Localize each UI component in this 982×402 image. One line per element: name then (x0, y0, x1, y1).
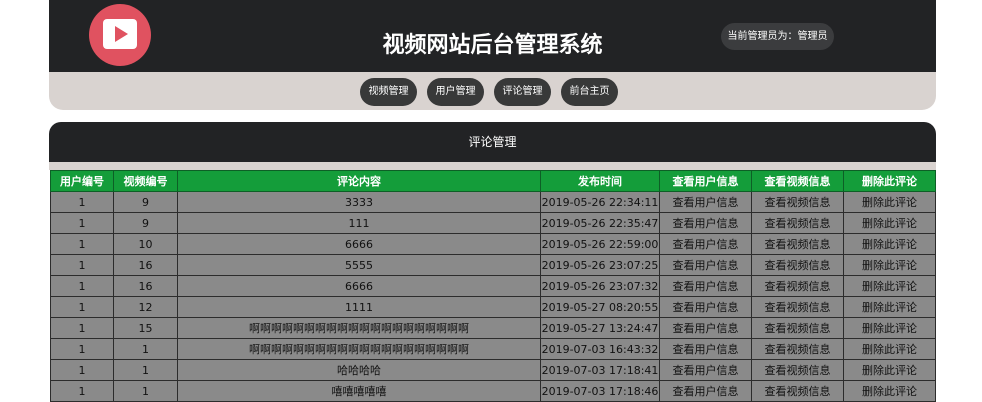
col-header-view-user: 查看用户信息 (659, 170, 752, 192)
view-user-link[interactable]: 查看用户信息 (659, 233, 752, 255)
col-header-time: 发布时间 (540, 170, 660, 192)
cell-publish-time: 2019-05-26 23:07:32 (540, 275, 660, 297)
view-video-link[interactable]: 查看视频信息 (751, 317, 844, 339)
panel-divider (49, 162, 936, 170)
cell-video-id: 16 (113, 254, 178, 276)
view-video-link[interactable]: 查看视频信息 (751, 359, 844, 381)
cell-comment-content: 111 (177, 212, 541, 234)
table-row: 1 1 啊啊啊啊啊啊啊啊啊啊啊啊啊啊啊啊啊啊啊啊 2019-07-03 16:43:3… (50, 338, 936, 360)
table-row: 1 10 6666 2019-05-26 22:59:00 查看用户信息 查看视频信息 删除… (50, 233, 936, 255)
view-video-link[interactable]: 查看视频信息 (751, 275, 844, 297)
cell-comment-content: 啊啊啊啊啊啊啊啊啊啊啊啊啊啊啊啊啊啊啊啊 (177, 317, 541, 339)
view-user-link[interactable]: 查看用户信息 (659, 317, 752, 339)
cell-video-id: 15 (113, 317, 178, 339)
nav-frontend-home[interactable]: 前台主页 (561, 78, 618, 106)
cell-comment-content: 6666 (177, 233, 541, 255)
cell-user-id: 1 (50, 359, 114, 381)
col-header-delete: 删除此评论 (843, 170, 936, 192)
delete-comment-link[interactable]: 删除此评论 (843, 254, 936, 276)
cell-video-id: 9 (113, 191, 178, 213)
nav-comment-management[interactable]: 评论管理 (494, 78, 551, 106)
col-header-view-video: 查看视频信息 (751, 170, 844, 192)
cell-comment-content: 嘻嘻嘻嘻嘻 (177, 380, 541, 402)
cell-publish-time: 2019-05-26 22:59:00 (540, 233, 660, 255)
col-header-video-id: 视频编号 (113, 170, 178, 192)
cell-publish-time: 2019-07-03 16:43:32 (540, 338, 660, 360)
cell-video-id: 1 (113, 359, 178, 381)
cell-user-id: 1 (50, 275, 114, 297)
view-user-link[interactable]: 查看用户信息 (659, 296, 752, 318)
view-video-link[interactable]: 查看视频信息 (751, 233, 844, 255)
site-header: 视频网站后台管理系统 当前管理员为：管理员 (49, 0, 936, 72)
delete-comment-link[interactable]: 删除此评论 (843, 275, 936, 297)
cell-comment-content: 1111 (177, 296, 541, 318)
view-video-link[interactable]: 查看视频信息 (751, 380, 844, 402)
cell-user-id: 1 (50, 296, 114, 318)
cell-video-id: 10 (113, 233, 178, 255)
cell-publish-time: 2019-05-26 22:34:11 (540, 191, 660, 213)
delete-comment-link[interactable]: 删除此评论 (843, 296, 936, 318)
cell-video-id: 9 (113, 212, 178, 234)
delete-comment-link[interactable]: 删除此评论 (843, 380, 936, 402)
cell-video-id: 16 (113, 275, 178, 297)
delete-comment-link[interactable]: 删除此评论 (843, 191, 936, 213)
cell-publish-time: 2019-05-27 13:24:47 (540, 317, 660, 339)
view-video-link[interactable]: 查看视频信息 (751, 254, 844, 276)
col-header-content: 评论内容 (177, 170, 541, 192)
table-row: 1 1 哈哈哈哈 2019-07-03 17:18:41 查看用户信息 查看视频信息 删除此… (50, 359, 936, 381)
cell-user-id: 1 (50, 212, 114, 234)
cell-user-id: 1 (50, 338, 114, 360)
table-header-row: 用户编号 视频编号 评论内容 发布时间 查看用户信息 查看视频信息 删除此评论 (50, 170, 936, 192)
view-video-link[interactable]: 查看视频信息 (751, 296, 844, 318)
cell-publish-time: 2019-05-26 22:35:47 (540, 212, 660, 234)
table-row: 1 16 5555 2019-05-26 23:07:25 查看用户信息 查看视频信息 删除… (50, 254, 936, 276)
cell-user-id: 1 (50, 317, 114, 339)
table-row: 1 9 111 2019-05-26 22:35:47 查看用户信息 查看视频信息 删除此评… (50, 212, 936, 234)
cell-user-id: 1 (50, 380, 114, 402)
table-row: 1 12 1111 2019-05-27 08:20:55 查看用户信息 查看视频信息 删除… (50, 296, 936, 318)
cell-video-id: 12 (113, 296, 178, 318)
view-video-link[interactable]: 查看视频信息 (751, 338, 844, 360)
col-header-user-id: 用户编号 (50, 170, 114, 192)
current-admin-badge: 当前管理员为：管理员 (721, 23, 834, 50)
view-video-link[interactable]: 查看视频信息 (751, 212, 844, 234)
nav-video-management[interactable]: 视频管理 (360, 78, 417, 106)
cell-user-id: 1 (50, 254, 114, 276)
view-user-link[interactable]: 查看用户信息 (659, 212, 752, 234)
table-row: 1 9 3333 2019-05-26 22:34:11 查看用户信息 查看视频信息 删除此… (50, 191, 936, 213)
cell-publish-time: 2019-05-26 23:07:25 (540, 254, 660, 276)
main-nav: 视频管理 用户管理 评论管理 前台主页 (49, 72, 936, 110)
table-row: 1 1 嘻嘻嘻嘻嘻 2019-07-03 17:18:46 查看用户信息 查看视频信息 删除… (50, 380, 936, 402)
view-user-link[interactable]: 查看用户信息 (659, 191, 752, 213)
view-user-link[interactable]: 查看用户信息 (659, 275, 752, 297)
nav-user-management[interactable]: 用户管理 (427, 78, 484, 106)
cell-comment-content: 哈哈哈哈 (177, 359, 541, 381)
view-user-link[interactable]: 查看用户信息 (659, 338, 752, 360)
delete-comment-link[interactable]: 删除此评论 (843, 359, 936, 381)
view-video-link[interactable]: 查看视频信息 (751, 191, 844, 213)
cell-video-id: 1 (113, 380, 178, 402)
cell-publish-time: 2019-07-03 17:18:41 (540, 359, 660, 381)
cell-video-id: 1 (113, 338, 178, 360)
table-row: 1 16 6666 2019-05-26 23:07:32 查看用户信息 查看视频信息 删除… (50, 275, 936, 297)
view-user-link[interactable]: 查看用户信息 (659, 359, 752, 381)
cell-comment-content: 5555 (177, 254, 541, 276)
cell-user-id: 1 (50, 191, 114, 213)
delete-comment-link[interactable]: 删除此评论 (843, 338, 936, 360)
cell-comment-content: 6666 (177, 275, 541, 297)
delete-comment-link[interactable]: 删除此评论 (843, 233, 936, 255)
delete-comment-link[interactable]: 删除此评论 (843, 317, 936, 339)
panel-title: 评论管理 (49, 122, 936, 162)
cell-publish-time: 2019-07-03 17:18:46 (540, 380, 660, 402)
view-user-link[interactable]: 查看用户信息 (659, 380, 752, 402)
cell-user-id: 1 (50, 233, 114, 255)
comments-table: 用户编号 视频编号 评论内容 发布时间 查看用户信息 查看视频信息 删除此评论 … (50, 170, 936, 402)
view-user-link[interactable]: 查看用户信息 (659, 254, 752, 276)
cell-publish-time: 2019-05-27 08:20:55 (540, 296, 660, 318)
cell-comment-content: 3333 (177, 191, 541, 213)
delete-comment-link[interactable]: 删除此评论 (843, 212, 936, 234)
table-row: 1 15 啊啊啊啊啊啊啊啊啊啊啊啊啊啊啊啊啊啊啊啊 2019-05-27 13:24:… (50, 317, 936, 339)
cell-comment-content: 啊啊啊啊啊啊啊啊啊啊啊啊啊啊啊啊啊啊啊啊 (177, 338, 541, 360)
